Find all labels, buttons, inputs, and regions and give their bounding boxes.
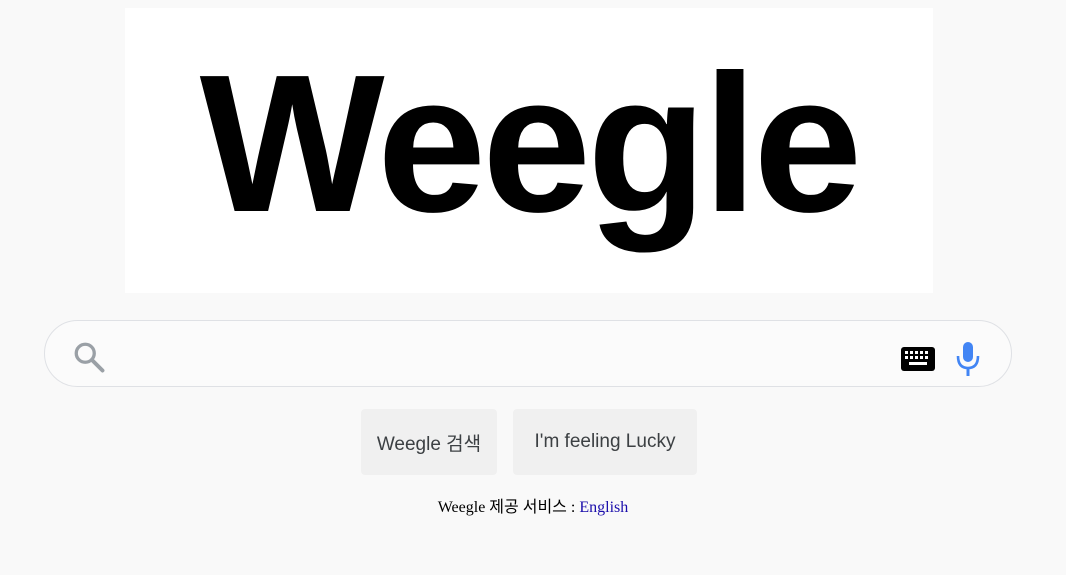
search-button[interactable]: Weegle 검색 <box>361 409 497 475</box>
logo-container: Weegle <box>125 8 933 293</box>
language-offer-text: Weegle 제공 서비스 : <box>437 499 576 516</box>
language-link-english[interactable]: English <box>579 499 628 516</box>
mic-icon[interactable] <box>953 341 983 377</box>
search-icon <box>74 342 105 373</box>
search-box[interactable] <box>44 320 1012 387</box>
language-offer-line: Weegle 제공 서비스 : English <box>0 493 1066 517</box>
feeling-lucky-button[interactable]: I'm feeling Lucky <box>513 409 697 475</box>
logo: Weegle <box>199 34 863 253</box>
search-input[interactable] <box>125 335 919 375</box>
keyboard-icon[interactable] <box>901 347 935 371</box>
page: Weegle Weegle 검색 I'm feeling Lucky Weegl… <box>0 0 1066 575</box>
